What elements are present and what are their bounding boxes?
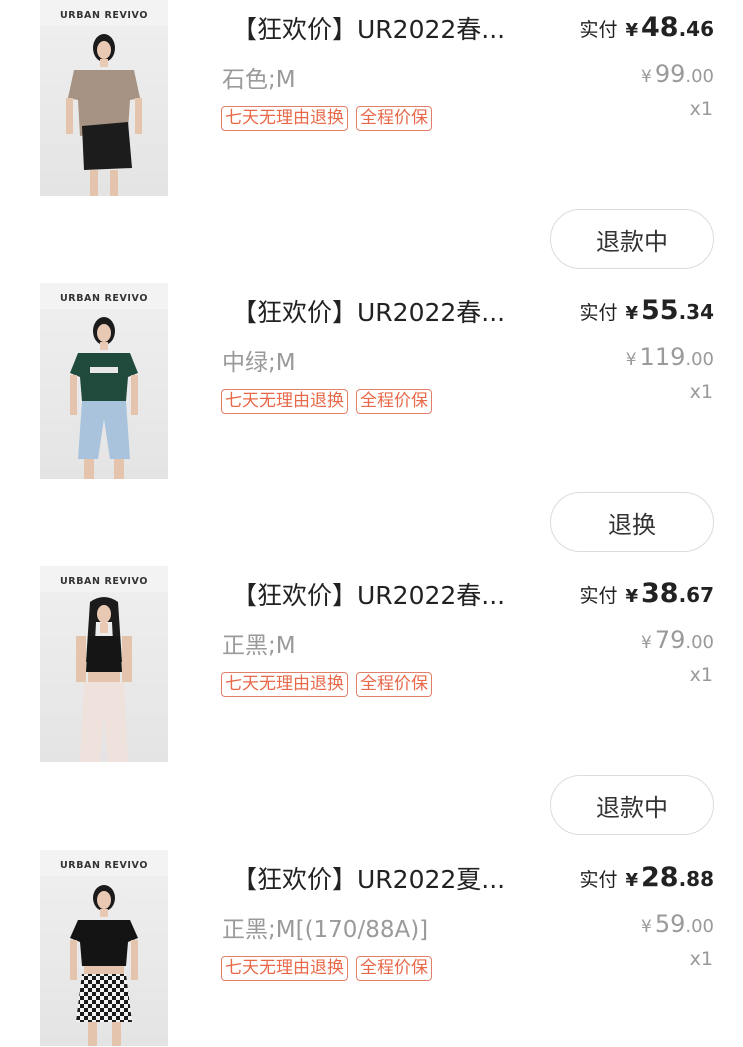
- brand-logo: URBAN REVIVO: [59, 860, 149, 871]
- brand-logo: URBAN REVIVO: [59, 576, 149, 587]
- price-protection-tag: 全程价保: [356, 956, 432, 981]
- original-amount-int: 79: [654, 626, 686, 654]
- product-spec: 石色;M: [222, 67, 296, 93]
- product-title[interactable]: 【狂欢价】UR2022夏...: [232, 860, 544, 896]
- paid-amount-dec: .34: [678, 300, 714, 324]
- paid-price: 实付 ¥ 48 .46: [579, 12, 714, 43]
- paid-label: 实付: [579, 19, 618, 41]
- order-item[interactable]: URBAN REVIVO 【狂欢价】UR2022春... 石色;M 七天无理由退…: [0, 0, 743, 200]
- product-thumbnail[interactable]: URBAN REVIVO: [40, 283, 168, 479]
- product-thumbnail[interactable]: URBAN REVIVO: [40, 0, 168, 196]
- return-policy-tag: 七天无理由退换: [221, 389, 348, 414]
- original-price: ¥ 99 .00: [641, 60, 714, 88]
- return-policy-tag: 七天无理由退换: [221, 106, 348, 131]
- paid-amount-dec: .67: [678, 583, 714, 607]
- paid-amount-int: 48: [640, 12, 679, 43]
- original-price: ¥ 79 .00: [641, 626, 714, 654]
- paid-amount-int: 55: [640, 295, 679, 326]
- product-photo: [40, 26, 168, 196]
- product-spec: 中绿;M: [222, 350, 296, 376]
- order-item[interactable]: URBAN REVIVO 【狂欢价】UR2022夏... 正黑;M[(170/8…: [0, 850, 743, 1047]
- product-title[interactable]: 【狂欢价】UR2022春...: [232, 293, 544, 329]
- return-policy-tag: 七天无理由退换: [221, 672, 348, 697]
- product-title[interactable]: 【狂欢价】UR2022春...: [232, 10, 544, 46]
- order-item[interactable]: URBAN REVIVO 【狂欢价】UR2022春... 中绿;M 七天无理由退…: [0, 283, 743, 483]
- product-spec: 正黑;M: [222, 633, 296, 659]
- refund-status-button[interactable]: 退款中: [550, 775, 714, 835]
- quantity: x1: [689, 381, 713, 403]
- price-protection-tag: 全程价保: [356, 672, 432, 697]
- service-tags: 七天无理由退换 全程价保: [221, 106, 432, 131]
- original-price: ¥ 59 .00: [641, 910, 714, 938]
- paid-label: 实付: [579, 302, 618, 324]
- paid-price: 实付 ¥ 55 .34: [579, 295, 714, 326]
- order-list: URBAN REVIVO 【狂欢价】UR2022春... 石色;M 七天无理由退…: [0, 0, 743, 1047]
- paid-price: 实付 ¥ 28 .88: [579, 862, 714, 893]
- service-tags: 七天无理由退换 全程价保: [221, 956, 432, 981]
- price-protection-tag: 全程价保: [356, 389, 432, 414]
- original-price: ¥ 119 .00: [626, 343, 714, 371]
- paid-amount-dec: .88: [678, 867, 714, 891]
- original-amount-int: 99: [654, 60, 686, 88]
- price-protection-tag: 全程价保: [356, 106, 432, 131]
- order-item[interactable]: URBAN REVIVO 【狂欢价】UR2022春... 正黑;M 七天无理由退…: [0, 566, 743, 766]
- paid-amount-int: 28: [640, 862, 679, 893]
- refund-status-button[interactable]: 退款中: [550, 209, 714, 269]
- return-policy-tag: 七天无理由退换: [221, 956, 348, 981]
- original-amount-dec: .00: [685, 66, 714, 87]
- paid-amount-dec: .46: [678, 17, 714, 41]
- brand-logo: URBAN REVIVO: [59, 10, 149, 21]
- currency-symbol: ¥: [640, 633, 652, 653]
- currency-symbol: ¥: [640, 917, 652, 937]
- currency-symbol: ¥: [640, 67, 652, 87]
- currency-symbol: ¥: [625, 870, 638, 891]
- original-amount-int: 59: [654, 910, 686, 938]
- quantity: x1: [689, 98, 713, 120]
- exchange-button[interactable]: 退换: [550, 492, 714, 552]
- currency-symbol: ¥: [625, 303, 638, 324]
- original-amount-dec: .00: [685, 349, 714, 370]
- currency-symbol: ¥: [625, 350, 637, 370]
- product-title[interactable]: 【狂欢价】UR2022春...: [232, 576, 544, 612]
- paid-amount-int: 38: [640, 578, 679, 609]
- model-black-tank-icon: [76, 597, 132, 762]
- paid-label: 实付: [579, 869, 618, 891]
- product-thumbnail[interactable]: URBAN REVIVO: [40, 850, 168, 1046]
- model-tshirt-skirt-icon: [66, 34, 142, 196]
- currency-symbol: ¥: [625, 586, 638, 607]
- original-amount-int: 119: [639, 343, 686, 371]
- product-thumbnail[interactable]: URBAN REVIVO: [40, 566, 168, 762]
- original-amount-dec: .00: [685, 916, 714, 937]
- model-green-tee-jeans-icon: [70, 317, 138, 479]
- product-photo: [40, 592, 168, 762]
- brand-logo: URBAN REVIVO: [59, 293, 149, 304]
- currency-symbol: ¥: [625, 20, 638, 41]
- service-tags: 七天无理由退换 全程价保: [221, 672, 432, 697]
- service-tags: 七天无理由退换 全程价保: [221, 389, 432, 414]
- product-photo: [40, 876, 168, 1046]
- model-black-tee-check-skirt-icon: [70, 885, 138, 1046]
- original-amount-dec: .00: [685, 632, 714, 653]
- paid-price: 实付 ¥ 38 .67: [579, 578, 714, 609]
- product-spec: 正黑;M[(170/88A)]: [222, 917, 429, 943]
- quantity: x1: [689, 664, 713, 686]
- product-photo: [40, 309, 168, 479]
- paid-label: 实付: [579, 585, 618, 607]
- quantity: x1: [689, 948, 713, 970]
